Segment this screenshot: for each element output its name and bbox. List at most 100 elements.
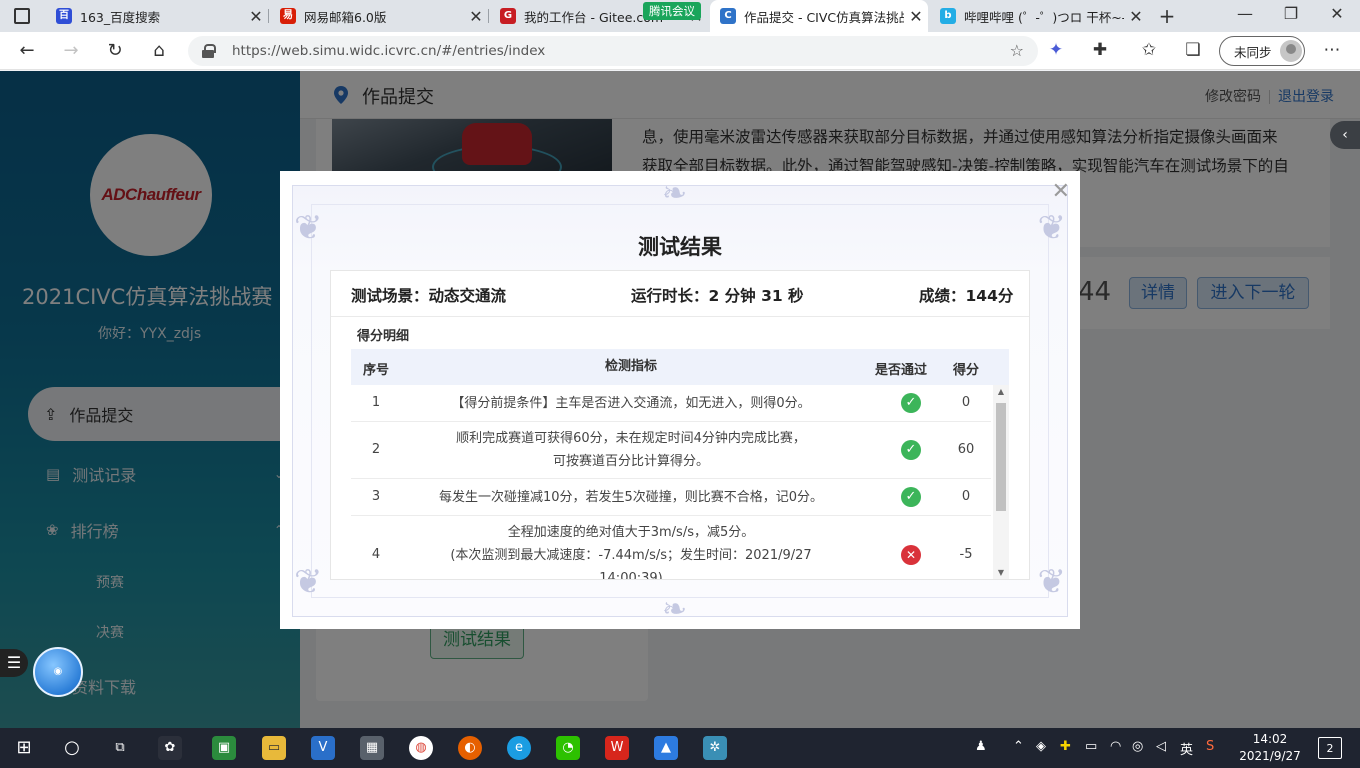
civc-icon: C: [720, 8, 736, 24]
maximize-button[interactable]: ❐: [1268, 4, 1314, 23]
fail-cross-icon: ✕: [901, 545, 921, 565]
column-header-score: 得分: [952, 363, 979, 378]
row-no: 2: [371, 442, 381, 457]
avatar: [1279, 40, 1302, 62]
tray-app-icon[interactable]: ✚: [1060, 739, 1071, 754]
tab-title: 163_百度搜索: [80, 9, 161, 25]
table-row: 2 顺利完成赛道可获得60分，未在规定时间4分钟内完成比赛，可按赛道百分比计算得…: [351, 422, 991, 479]
forward-button[interactable]: →: [58, 38, 84, 64]
collapse-arrow-icon[interactable]: ‹: [1330, 121, 1360, 149]
close-tab-icon[interactable]: ✕: [1124, 7, 1148, 26]
cloud-drive-icon[interactable]: ▲: [654, 736, 678, 760]
new-tab-button[interactable]: +: [1156, 4, 1178, 28]
row-score: 0: [961, 489, 971, 504]
file-explorer-icon[interactable]: ▭: [262, 736, 286, 760]
close-window-button[interactable]: ✕: [1314, 4, 1360, 23]
wps-icon[interactable]: W: [605, 736, 629, 760]
security-shield-icon[interactable]: ◈: [1036, 739, 1046, 754]
tray-expand-icon[interactable]: ⌃: [1013, 739, 1024, 754]
vpn-icon[interactable]: ◎: [1132, 739, 1143, 754]
tab-bilibili[interactable]: b 哔哩哔哩 (゜-゜)つロ 干杯~-b ✕: [930, 0, 1148, 32]
top-ornament-icon: ❧: [662, 176, 688, 211]
corner-ornament-icon: ❦: [1037, 562, 1067, 602]
add-favorite-icon[interactable]: ☆: [1010, 41, 1024, 60]
url-text: https://web.simu.widc.icvrc.cn/#/entries…: [232, 43, 546, 59]
bottom-ornament-icon: ❧: [662, 592, 688, 627]
store-icon[interactable]: ▣: [212, 736, 236, 760]
system-clock[interactable]: 14:02 2021/9/27: [1236, 731, 1304, 765]
refresh-button[interactable]: ↻: [102, 38, 128, 64]
minimize-button[interactable]: —: [1222, 4, 1268, 23]
collections-icon[interactable]: ❏: [1181, 40, 1205, 60]
score-table: 序号 检测指标 是否通过 得分 1 【得分前提条件】主车是否进入交通流，如无进入…: [351, 349, 1009, 579]
clock-date: 2021/9/27: [1239, 749, 1301, 763]
profile-label: 未同步: [1234, 44, 1272, 60]
wechat-icon[interactable]: ◔: [556, 736, 580, 760]
people-icon[interactable]: ♟: [975, 739, 987, 754]
row-indicator: 顺利完成赛道可获得60分，未在规定时间4分钟内完成比赛，可按赛道百分比计算得分。: [456, 431, 806, 469]
row-indicator: 【得分前提条件】主车是否进入交通流，如无进入，则得0分。: [451, 396, 811, 411]
pinwheel-app-icon[interactable]: ✿: [158, 736, 182, 760]
tab-baidu[interactable]: 百 163_百度搜索 ✕: [46, 0, 268, 32]
task-view-icon[interactable]: ⧉: [108, 736, 132, 760]
table-header: 序号 检测指标 是否通过 得分: [351, 349, 1009, 385]
close-tab-icon[interactable]: ✕: [464, 7, 488, 26]
row-indicator: 每发生一次碰撞减10分，若发生5次碰撞，则比赛不合格，记0分。: [438, 490, 824, 505]
back-button[interactable]: ←: [14, 38, 40, 64]
pass-check-icon: ✓: [901, 440, 921, 460]
lock-icon[interactable]: [202, 44, 216, 58]
floating-menu-icon[interactable]: ☰: [0, 649, 28, 677]
edge-icon[interactable]: e: [507, 736, 531, 760]
ime-indicator[interactable]: 英: [1180, 739, 1193, 758]
chrome-icon[interactable]: ◍: [409, 736, 433, 760]
corner-ornament-icon: ❦: [294, 562, 323, 602]
start-windows-icon[interactable]: ⊞: [12, 736, 36, 760]
extensions-puzzle-icon[interactable]: ✚: [1088, 40, 1112, 60]
firefox-icon[interactable]: ◐: [458, 736, 482, 760]
home-button[interactable]: ⌂: [146, 38, 172, 64]
tab-netease-mail[interactable]: 易 网易邮箱6.0版 ✕: [270, 0, 488, 32]
table-scrollbar[interactable]: ▲ ▼: [993, 385, 1009, 579]
score-detail-heading: 得分明细: [357, 329, 410, 344]
column-header-passed: 是否通过: [874, 363, 927, 378]
image-viewer-icon[interactable]: ▦: [360, 736, 384, 760]
extension-icon[interactable]: ✦: [1044, 40, 1068, 60]
floating-assistant-icon[interactable]: ◉: [33, 647, 83, 697]
scrollbar-thumb[interactable]: [996, 403, 1006, 511]
row-score: 0: [961, 395, 971, 410]
more-icon[interactable]: ⋯: [1320, 40, 1344, 60]
volume-icon[interactable]: ◁: [1156, 739, 1166, 754]
close-tab-icon[interactable]: ✕: [904, 7, 928, 26]
table-row: 4 全程加速度的绝对值大于3m/s/s，减5分。 (本次监测到最大减速度：-7.…: [351, 516, 991, 579]
battery-icon[interactable]: ▭: [1085, 739, 1097, 754]
meeting-indicator[interactable]: 腾讯会议: [643, 2, 701, 20]
search-circle-icon[interactable]: ○: [60, 736, 84, 760]
close-tab-icon[interactable]: ✕: [244, 7, 268, 26]
url-field[interactable]: https://web.simu.widc.icvrc.cn/#/entries…: [188, 36, 1038, 66]
netease-mail-icon: 易: [280, 8, 296, 24]
dialog-close-icon[interactable]: ✕: [1052, 179, 1070, 204]
vscode-icon[interactable]: V: [311, 736, 335, 760]
gitee-icon: G: [500, 8, 516, 24]
profile-button[interactable]: 未同步: [1219, 36, 1305, 66]
row-no: 1: [371, 395, 381, 410]
tab-actions-icon[interactable]: [14, 8, 30, 24]
row-score: 60: [957, 442, 975, 457]
clock-time: 14:02: [1252, 732, 1288, 746]
network-icon[interactable]: ◠: [1110, 739, 1121, 754]
dialog-title: 测试结果: [638, 235, 722, 259]
favorites-icon[interactable]: ✩: [1137, 40, 1161, 60]
result-panel: 测试场景：动态交通流 运行时长：2 分钟 31 秒 成绩：144分 得分明细 序…: [330, 270, 1030, 580]
scroll-up-icon[interactable]: ▲: [993, 387, 1009, 396]
tab-title: 哔哩哔哩 (゜-゜)つロ 干杯~-b: [964, 9, 1124, 25]
page: ADChauffeur 2021CIVC仿真算法挑战赛 你好：YYX_zdjs …: [0, 71, 1360, 728]
result-summary: 测试场景：动态交通流 运行时长：2 分钟 31 秒 成绩：144分: [331, 271, 1029, 317]
gear-app-icon[interactable]: ✲: [703, 736, 727, 760]
pass-check-icon: ✓: [901, 487, 921, 507]
row-indicator: 全程加速度的绝对值大于3m/s/s，减5分。 (本次监测到最大减速度：-7.44…: [450, 525, 812, 579]
sogou-icon[interactable]: S: [1206, 739, 1214, 754]
scroll-down-icon[interactable]: ▼: [993, 568, 1009, 577]
tab-civc[interactable]: C 作品提交 - CIVC仿真算法挑战 ✕: [710, 0, 928, 32]
windows-taskbar: ⊞ ○ ⧉ ✿ ▣ ▭ V ▦ ◍ ◐ e ◔ W ▲ ✲ ♟ ⌃ ◈ ✚ ▭ …: [0, 728, 1360, 768]
notification-center-icon[interactable]: 2: [1318, 737, 1342, 759]
